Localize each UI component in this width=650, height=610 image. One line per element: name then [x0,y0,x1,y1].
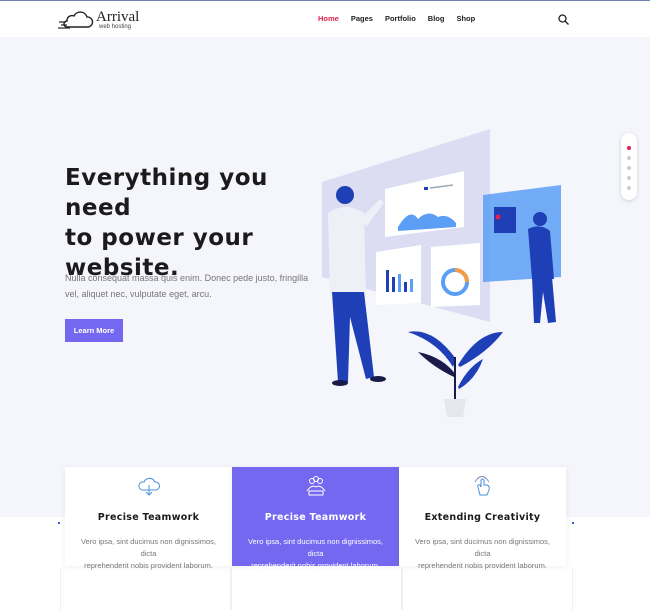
slide-dot-active[interactable] [627,146,631,150]
team-icon [306,476,326,496]
cloud-download-icon [138,477,160,496]
lower-column [231,568,402,610]
feature-card-text-line: Vero ipsa, sint ducimus non dignissimos,… [80,537,217,558]
man-head [336,186,354,204]
hero-subtext-line: Nulla consequat massa quis enim. Donec p… [65,273,309,283]
hand-touch-icon [474,476,490,496]
feature-card-title: Precise Teamwork [264,512,367,523]
plant-pot [444,399,466,417]
woman-legs [532,277,556,323]
slide-dot[interactable] [627,166,631,170]
hero-headline-line: Everything you need [65,165,268,221]
site-header: Arrival web hosting Home Pages Portfolio… [0,1,650,37]
slide-dot[interactable] [627,156,631,160]
nav-item-home[interactable]: Home [318,14,339,23]
feature-card-text-line: Vero ipsa, sint ducimus non dignissimos,… [414,537,551,558]
feature-card-title: Extending Creativity [424,512,541,523]
hero-illustration [322,129,561,417]
brand-logo[interactable]: Arrival web hosting [58,9,148,33]
slide-dot[interactable] [627,176,631,180]
brand-tagline: web hosting [99,24,132,30]
bar [392,277,395,292]
man-shoe [370,376,386,382]
hero-subtext-line: vel, aliquet nec, vulputate eget, arcu. [65,289,212,299]
bar [386,270,389,292]
hero-subtext: Nulla consequat massa quis enim. Donec p… [65,270,315,302]
feature-card-text-line: Vero ipsa, sint ducimus non dignissimos,… [247,537,384,558]
woman-head [533,212,547,226]
hero-headline-line: to power your [65,225,254,251]
woman-body [528,226,554,279]
red-dot [495,214,501,220]
decor-dot [58,522,60,524]
bar [404,282,407,292]
lower-column [402,568,573,610]
bar [410,279,413,292]
feature-card[interactable]: Extending Creativity Vero ipsa, sint duc… [399,467,566,570]
man-shoe [332,380,348,386]
feature-card-highlighted[interactable]: Precise Teamwork Vero ipsa, sint ducimus… [232,467,399,570]
learn-more-button[interactable]: Learn More [65,319,123,342]
man-shirt [328,207,366,297]
search-icon [558,14,569,25]
nav-item-portfolio[interactable]: Portfolio [385,14,416,23]
feature-card[interactable]: Precise Teamwork Vero ipsa, sint ducimus… [65,467,232,570]
decor-dot [572,522,574,524]
feature-card-text: Vero ipsa, sint ducimus non dignissimos,… [407,536,558,572]
donut-chart-card [431,243,480,307]
feature-card-text: Vero ipsa, sint ducimus non dignissimos,… [73,536,224,572]
feature-card-text: Vero ipsa, sint ducimus non dignissimos,… [240,536,391,572]
slide-pagination [621,133,637,200]
slide-dot[interactable] [627,186,631,190]
nav-item-shop[interactable]: Shop [456,14,475,23]
nav-item-blog[interactable]: Blog [428,14,445,23]
hero-headline: Everything you need to power your websit… [65,163,325,283]
screen-square [494,207,516,233]
man-legs [332,292,374,382]
chart-legend [424,187,428,190]
nav-item-pages[interactable]: Pages [351,14,373,23]
cloud-logo-icon [58,11,94,29]
bar [398,274,401,292]
feature-cards: Precise Teamwork Vero ipsa, sint ducimus… [65,467,566,570]
main-nav: Home Pages Portfolio Blog Shop [318,14,487,23]
feature-card-title: Precise Teamwork [97,512,200,523]
search-button[interactable] [558,12,569,30]
lower-column [60,568,231,610]
